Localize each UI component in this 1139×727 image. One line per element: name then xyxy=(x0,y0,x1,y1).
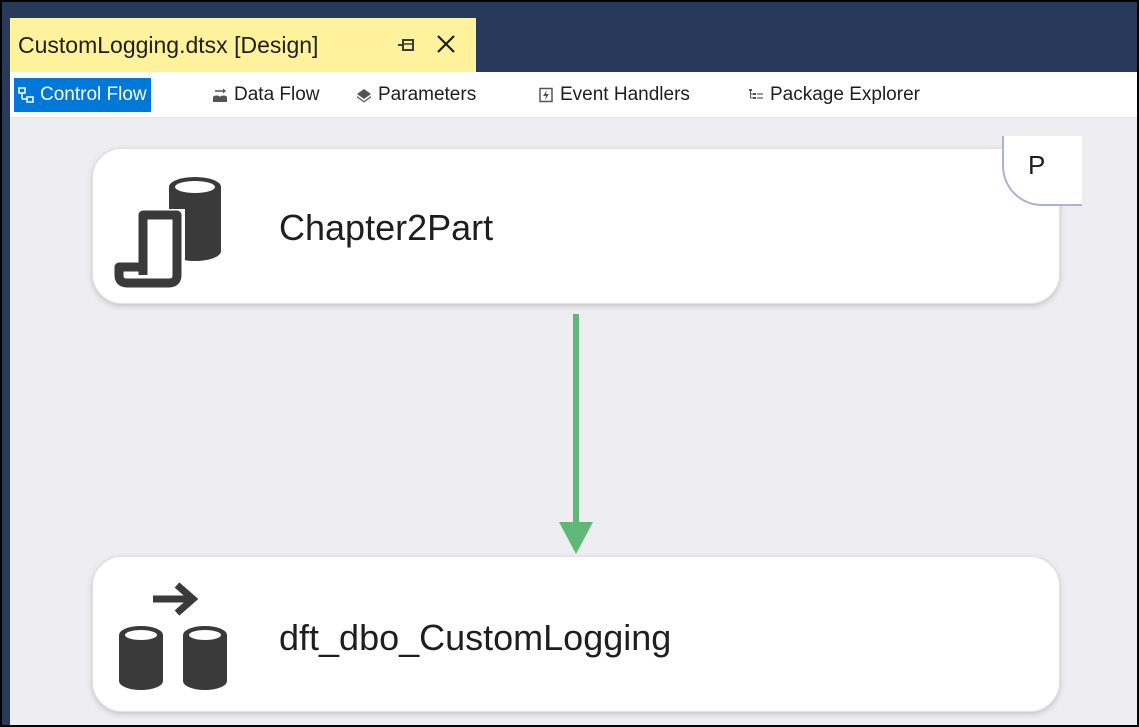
data-flow-task-icon xyxy=(119,582,227,690)
data-flow-icon xyxy=(213,88,227,102)
ide-window: CustomLogging.dtsx [Design] Control Flow… xyxy=(0,0,1139,727)
control-flow-icon xyxy=(18,87,34,103)
package-badge: P xyxy=(1002,136,1082,206)
tab-data-flow-label: Data Flow xyxy=(234,84,320,105)
task-dft-dbo-customlogging[interactable]: dft_dbo_CustomLogging xyxy=(92,556,1060,712)
package-designer: Control Flow Data Flow Parameters Event … xyxy=(10,72,1137,725)
tab-control-flow-label: Control Flow xyxy=(40,84,147,105)
tab-event-handlers[interactable]: Event Handlers xyxy=(534,78,694,112)
package-badge-label: P xyxy=(1028,150,1046,180)
tab-event-handlers-label: Event Handlers xyxy=(560,84,690,105)
control-flow-canvas[interactable]: Chapter2Part P dft_dbo_CustomLogging xyxy=(10,118,1137,725)
document-tab-title: CustomLogging.dtsx [Design] xyxy=(18,31,319,58)
pin-icon[interactable] xyxy=(396,35,416,55)
tab-package-explorer[interactable]: Package Explorer xyxy=(744,78,924,112)
package-explorer-icon xyxy=(749,89,763,99)
document-tab[interactable]: CustomLogging.dtsx [Design] xyxy=(10,18,476,72)
task-label: dft_dbo_CustomLogging xyxy=(279,617,672,658)
event-handlers-icon xyxy=(539,87,553,103)
designer-tabs: Control Flow Data Flow Parameters Event … xyxy=(10,72,1137,118)
task-label: Chapter2Part xyxy=(279,207,494,248)
close-icon[interactable] xyxy=(434,32,458,56)
task-chapter2part[interactable]: Chapter2Part xyxy=(92,148,1060,304)
execute-package-task-icon xyxy=(114,177,221,288)
tab-parameters-label: Parameters xyxy=(378,84,477,105)
parameters-icon xyxy=(357,89,371,103)
tab-data-flow[interactable]: Data Flow xyxy=(208,78,324,112)
tab-control-flow[interactable]: Control Flow xyxy=(14,78,151,112)
tab-parameters[interactable]: Parameters xyxy=(352,78,480,112)
tab-package-explorer-label: Package Explorer xyxy=(770,84,920,105)
